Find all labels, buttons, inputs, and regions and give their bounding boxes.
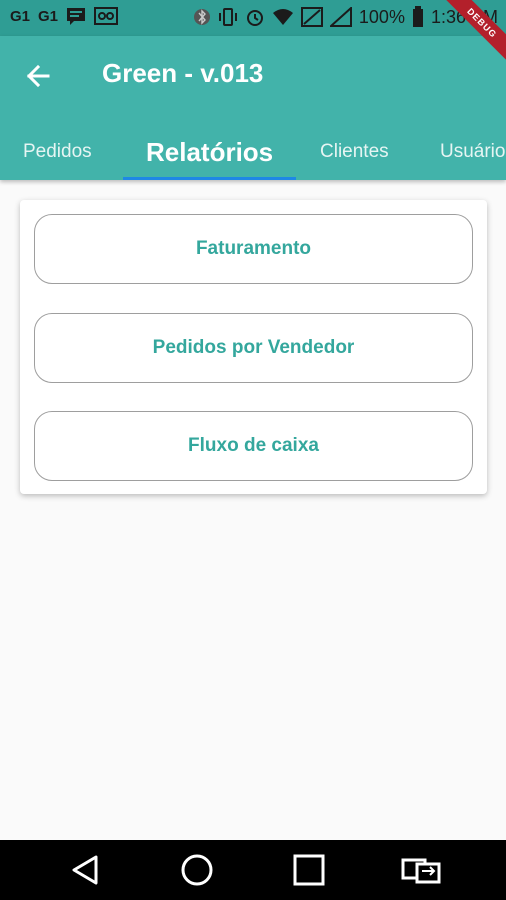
tab-relatorios[interactable]: Relatórios [146,124,273,180]
recents-square-icon [293,854,325,886]
back-triangle-icon [72,855,98,885]
tab-pedidos[interactable]: Pedidos [23,124,92,180]
fluxo-de-caixa-button[interactable]: Fluxo de caixa [34,411,473,481]
reports-card: Faturamento Pedidos por Vendedor Fluxo d… [20,200,487,494]
signal-crossed-icon [300,7,323,27]
faturamento-button[interactable]: Faturamento [34,214,473,284]
dual-window-icon [401,858,441,884]
nav-dual-window-button[interactable] [401,852,441,888]
message-icon [67,8,86,25]
tab-indicator [123,177,296,180]
nav-home-button[interactable] [179,852,215,888]
arrow-back-icon [26,64,50,88]
battery-icon [412,6,423,27]
system-nav-bar [0,840,506,900]
app-bar: Green - v.013 Pedidos Relatórios Cliente… [0,36,506,180]
home-circle-icon [181,854,213,886]
vibrate-icon [218,8,237,26]
battery-percent: 100% [358,6,405,27]
tab-clientes[interactable]: Clientes [320,124,389,180]
wifi-icon [272,9,293,25]
pedidos-por-vendedor-button[interactable]: Pedidos por Vendedor [34,313,473,383]
tab-usuarios[interactable]: Usuário [440,124,505,180]
voicemail-icon [94,7,119,25]
nav-recents-button[interactable] [291,852,327,888]
status-notifications: G1 G1 [10,7,119,25]
page-title: Green - v.013 [102,58,264,88]
back-button[interactable] [20,56,60,96]
g1-badge: G1 [38,7,59,25]
status-system: 100% 1:36 PM [193,6,498,28]
bluetooth-icon [193,9,210,25]
status-bar: G1 G1 100% 1:36 [0,0,506,36]
g1-badge: G1 [10,7,31,25]
alarm-icon [246,10,263,26]
signal-icon [329,7,352,27]
nav-back-button[interactable] [68,852,104,888]
tab-bar: Pedidos Relatórios Clientes Usuário [0,124,506,180]
